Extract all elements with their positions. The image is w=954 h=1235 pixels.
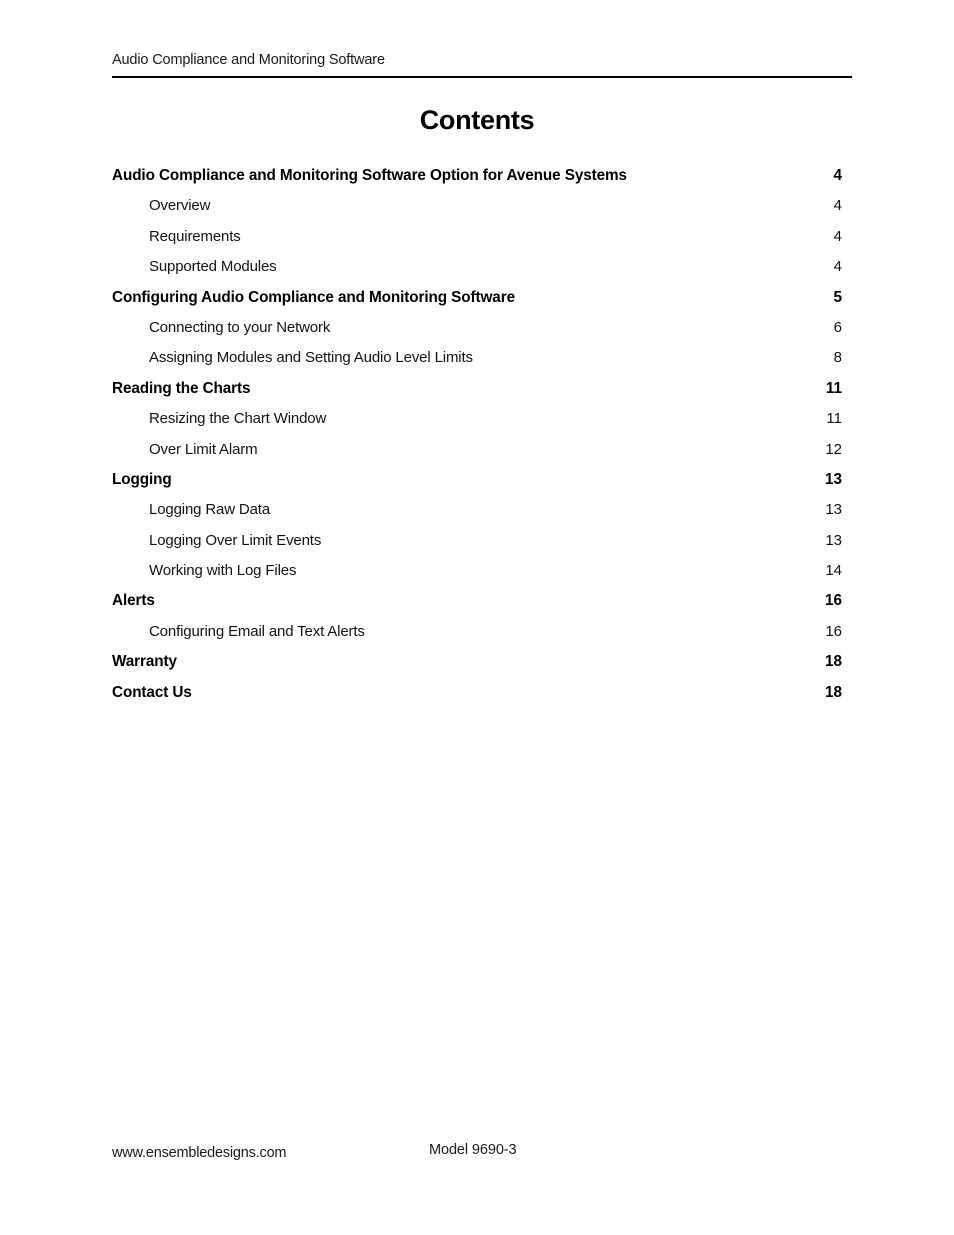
toc-entry[interactable]: Over Limit Alarm 12 — [112, 440, 842, 470]
header-rule — [112, 76, 852, 78]
toc-entry-label: Over Limit Alarm — [149, 440, 258, 458]
toc-entry-label: Resizing the Chart Window — [149, 410, 327, 428]
toc-entry-label: Reading the Charts — [112, 379, 251, 397]
toc-entry[interactable]: Logging 13 — [112, 470, 842, 500]
toc-entry-label: Overview — [149, 197, 211, 215]
toc-entry-page-number: 13 — [825, 531, 842, 549]
toc-entry[interactable]: Working with Log Files 14 — [112, 561, 842, 591]
running-header: Audio Compliance and Monitoring Software — [112, 51, 852, 70]
toc-entry-label: Logging — [112, 470, 172, 488]
toc-entry-label: Supported Modules — [149, 258, 277, 276]
toc-entry[interactable]: Logging Raw Data 13 — [112, 500, 842, 530]
toc-entry[interactable]: Requirements 4 — [112, 227, 842, 257]
page-title: Contents — [419, 105, 535, 135]
toc-entry-page-number: 4 — [833, 167, 842, 184]
table-of-contents: Audio Compliance and Monitoring Software… — [112, 166, 842, 713]
toc-entry-page-number: 11 — [825, 379, 842, 397]
toc-entry-page-number: 11 — [826, 410, 842, 428]
toc-entry[interactable]: Assigning Modules and Setting Audio Leve… — [112, 348, 842, 378]
toc-entry[interactable]: Contact Us 18 — [112, 683, 842, 713]
toc-entry-page-number: 6 — [833, 318, 842, 336]
toc-entry-label: Requirements — [149, 227, 241, 245]
document-page: Audio Compliance and Monitoring Software… — [0, 0, 954, 1235]
toc-entry-page-number: 8 — [833, 349, 842, 367]
toc-entry-page-number: 14 — [825, 562, 842, 580]
toc-entry[interactable]: Resizing the Chart Window 11 — [112, 409, 842, 439]
toc-entry-label: Logging Over Limit Events — [149, 531, 322, 549]
running-header-text: Audio Compliance and Monitoring Software — [112, 52, 385, 68]
toc-entry-page-number: 4 — [833, 197, 842, 215]
footer-model-number: Model 9690-3 — [429, 1142, 517, 1158]
toc-entry[interactable]: Logging Over Limit Events 13 — [112, 531, 842, 561]
toc-entry-label: Configuring Email and Text Alerts — [149, 622, 365, 640]
toc-entry-page-number: 18 — [824, 653, 842, 671]
toc-entry-label: Audio Compliance and Monitoring Software… — [112, 167, 627, 184]
toc-entry-page-number: 4 — [833, 227, 842, 245]
toc-entry-page-number: 18 — [824, 683, 842, 701]
toc-entry-label: Warranty — [112, 653, 177, 671]
toc-entry[interactable]: Warranty 18 — [112, 652, 842, 682]
toc-entry-page-number: 13 — [824, 470, 842, 488]
toc-entry[interactable]: Audio Compliance and Monitoring Software… — [112, 166, 842, 196]
toc-entry[interactable]: Configuring Email and Text Alerts 16 — [112, 622, 842, 652]
toc-entry-page-number: 4 — [833, 258, 842, 276]
toc-entry-label: Connecting to your Network — [149, 318, 331, 336]
toc-entry-page-number: 16 — [824, 592, 842, 610]
toc-entry-page-number: 5 — [833, 288, 842, 306]
toc-entry-page-number: 16 — [825, 622, 842, 640]
toc-entry-label: Working with Log Files — [149, 562, 297, 580]
toc-entry-label: Alerts — [112, 592, 155, 610]
toc-entry[interactable]: Configuring Audio Compliance and Monitor… — [112, 288, 842, 318]
toc-entry-label: Logging Raw Data — [149, 501, 271, 519]
toc-entry[interactable]: Supported Modules 4 — [112, 257, 842, 287]
toc-entry[interactable]: Connecting to your Network 6 — [112, 318, 842, 348]
toc-entry[interactable]: Alerts 16 — [112, 591, 842, 621]
toc-entry[interactable]: Reading the Charts 11 — [112, 379, 842, 409]
toc-entry[interactable]: Overview 4 — [112, 196, 842, 226]
toc-entry-label: Configuring Audio Compliance and Monitor… — [112, 288, 515, 306]
toc-entry-page-number: 12 — [825, 440, 842, 458]
footer-website-url[interactable]: www.ensembledesigns.com — [112, 1145, 287, 1161]
toc-entry-page-number: 13 — [825, 501, 842, 519]
toc-entry-label: Assigning Modules and Setting Audio Leve… — [149, 349, 473, 367]
toc-entry-label: Contact Us — [112, 683, 192, 701]
